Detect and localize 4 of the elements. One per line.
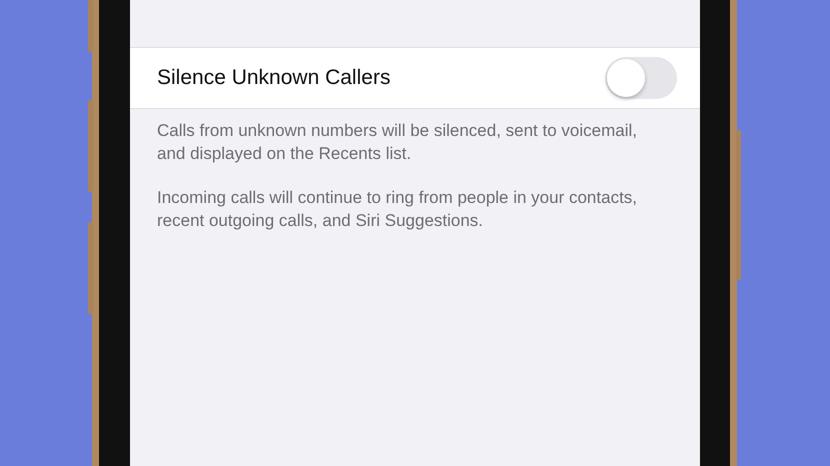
toggle-switch[interactable] (605, 57, 677, 99)
footer-note: Calls from unknown numbers will be silenced, sent to voicemail, and displayed on the Recents list. (157, 120, 637, 165)
setting-label: Silence Unknown Callers (157, 66, 390, 90)
footer-note: Incoming calls will continue to ring from people in your contacts, recent outgoing calls, and Siri Suggestions. (157, 187, 637, 232)
